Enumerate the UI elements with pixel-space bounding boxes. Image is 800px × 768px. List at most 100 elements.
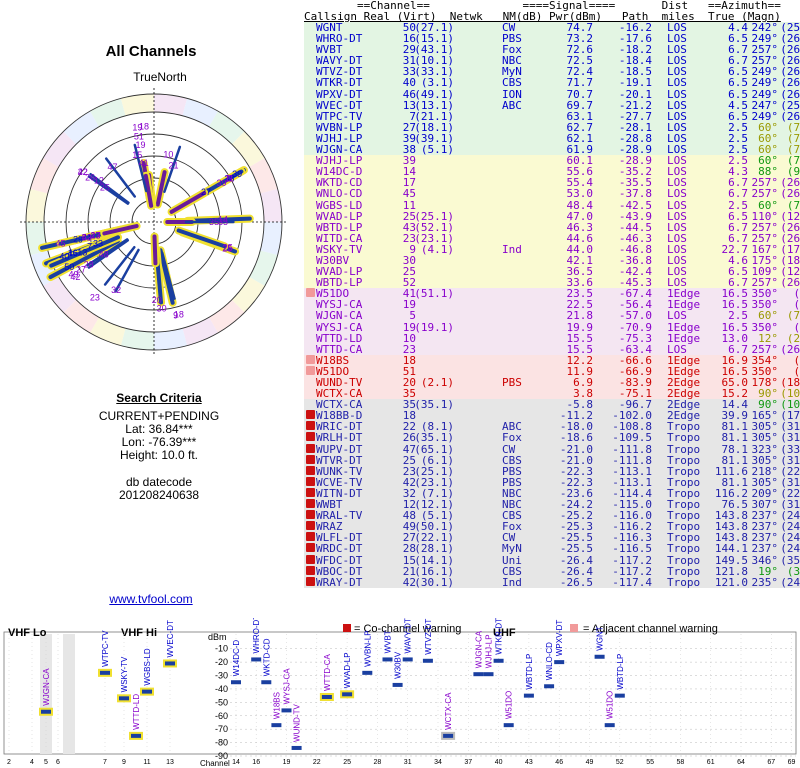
channel-tick: 6 [56,759,60,766]
cell-tru: 237° [751,542,779,556]
station-label: WSKY-TV [120,656,129,692]
table-row[interactable]: WGNT50(27.1)CW74.7-16.2LOS4.4242°(252°) [304,22,800,33]
channel-tick: 2 [7,759,11,766]
table-row[interactable]: WVEC-DT 13 (13.1) ABC 69.7 -21.2 LOS 4.5 247° (25… [304,100,800,111]
table-row[interactable]: WRLH-DT 26 (35.1) Fox -18.6 -109.5 Tropo 81.1 30… [304,431,800,445]
azimuth-channel-label: 35 [209,217,219,227]
dbm-tick: -40 [215,684,228,694]
table-row[interactable]: WVBT29(43.1)Fox72.6-18.2LOS6.7257°(268°) [304,44,800,55]
cell-cs: WRLH-DT [316,431,363,445]
table-row[interactable]: WVAD-LP25(25.1)47.0-43.9LOS6.5110°(120°) [304,210,800,222]
cell-net: MyN [502,542,522,556]
table-row[interactable]: WGBS-LD 11 48.4 -42.5 LOS 2.5 60° (70°) [304,198,800,212]
table-row[interactable]: WJHJ-LP3960.1-28.9LOS2.560°(70°) [304,155,800,166]
cell-real: 19 [402,320,416,334]
table-row[interactable]: WTVZ-DT 33 (33.1) MyN 72.4 -18.5 LOS 6.5 249° (26… [304,66,800,77]
cell-dist: 2.5 [728,198,748,212]
table-row[interactable]: WBTD-LP43(52.1)46.3-44.5LOS6.7257°(268°) [304,222,800,233]
table-row[interactable]: WYSJ-CA1922.5-56.41Edge16.5350°(0°) [304,299,800,310]
table-row[interactable]: WFDC-DT 15 (14.1) Uni -26.4 -117.2 Tropo 149.5 3… [304,553,800,567]
table-row[interactable]: WNLO-CD 45 53.0 -37.8 LOS 6.7257°(268°) [304,187,800,201]
station-label: WKTD-CD [262,638,271,676]
station-bar [402,657,413,662]
cell-mag: (70°) [786,309,800,323]
cell-virt: (2.1) [420,376,454,389]
cell-real: 15 [402,553,416,567]
tvfool-link[interactable]: www.tvfool.com [0,592,302,606]
cell-pwr: -37.8 [618,187,652,201]
cell-mag: (268°) [780,187,800,201]
channel-tick: 9 [122,759,126,766]
cell-net: PBS [502,376,522,389]
channel-tick: 5 [44,759,48,766]
channel-tick: 49 [586,759,594,766]
station-bar [281,708,292,713]
band-vhf-lo: VHF Lo [8,627,47,639]
azimuth-channel-label: 42 [78,167,88,177]
table-row[interactable]: WRDC-DT 28 (28.1) MyN -25.5 -116.5 Tropo 144.1 2… [304,542,800,556]
page-title: All Channels [105,43,197,60]
table-row[interactable]: WSKY-TV9(4.1)Ind44.0-46.8LOS22.7167°(178… [304,244,800,255]
cell-dist: 81.1 [721,431,749,445]
cell-mag: (0°) [793,320,800,334]
station-bar [321,694,332,699]
azimuth-channel-label: 30 [157,304,167,314]
channel-tick: 61 [707,759,715,766]
co-channel-warning-icon [306,543,315,553]
station-label: WYSJ-CA [283,668,292,705]
cell-mag: (333°) [780,442,800,456]
table-row[interactable]: WPXV-DT 46 (49.1) ION 70.7 -20.1 LOS 6.5 249° (26… [304,87,800,101]
cell-cs: WJGN-CA [316,309,363,323]
dbm-tick: -30 [215,671,228,681]
table-row[interactable]: W30BV3042.1-36.8LOS4.6175°(186°) [304,255,800,266]
cell-dist: 6.5 [728,87,748,101]
channel-tick: 46 [555,759,563,766]
station-bar [493,658,504,663]
table-row[interactable]: WJGN-CA 5 21.8 -57.0 LOS 2.5 60° (70°) [304,309,800,323]
channel-axis-label: Channel [200,759,230,768]
station-label: WBTD-LP [525,654,534,690]
table-row[interactable]: WTKR-DT 40 (3.1) CBS 71.7 -19.1 LOS 6.5249°(260… [304,76,800,90]
table-row[interactable]: WYSJ-CA 19(19.1) 19.9 -70.9 1Edge 16.5350° (0°… [304,320,800,334]
cell-nm: 71.7 [566,76,594,90]
station-bar [523,693,534,698]
station-label: WTTD-LD [132,694,141,730]
adjacent-channel-warning-icon [306,288,315,298]
dbm-axis-label: dBm [208,632,227,642]
cell-real: 45 [402,187,416,201]
channel-tick: 40 [495,759,503,766]
table-row[interactable]: WJGN-CA38(5.1)61.9-28.9LOS2.560°(70°) [304,144,800,155]
adjacent-channel-warning-icon [570,624,578,632]
table-row[interactable]: WRAY-DT 42 (30.1) Ind -26.5 -117.4 Tropo 121.0 2… [304,577,800,588]
table-row[interactable]: WJHJ-LP39(39.1)62.1-28.8LOS2.560°(70°) [304,133,800,144]
table-row[interactable]: WHRO-DT 16 (15.1) PBS 73.2 -17.6 LOS 6.5 249° (26… [304,33,800,44]
table-row[interactable]: WAVY-DT 31 (10.1) NBC 72.5 -18.4 LOS 6.7 257° (26… [304,55,800,66]
dbm-tick: -70 [215,724,228,734]
db-value: 201208240638 [118,488,200,502]
cell-real: 26 [402,431,416,445]
table-row[interactable]: WUPV-DT 47 (65.1) CW -21.0 -111.8 Tropo 78.1 323… [304,442,800,456]
table-row[interactable]: W14DC-D1455.6-35.2LOS4.388°(98°) [304,166,800,177]
cell-virt: (65.1) [414,442,454,456]
cell-cs: WUPV-DT [316,442,363,456]
cell-path: Tropo [667,431,701,445]
cell-virt: (35.1) [414,398,454,412]
cell-nm: 19.9 [566,320,594,334]
cell-pwr: -117.2 [612,553,652,567]
dbm-tick: -10 [215,644,228,654]
table-row[interactable]: WVAD-LP2536.5-42.4LOS6.5109°(120°) [304,266,800,277]
table-row[interactable]: WTPC-TV7(21.1)63.1-27.7LOS6.5249°(260°) [304,111,800,122]
cell-mag: (70°) [786,198,800,212]
table-row[interactable]: WTTD-LD1015.5-75.31Edge13.012°(23°) [304,333,800,344]
cell-net: ION [502,87,522,101]
cell-cs: WPXV-DT [316,87,363,101]
cell-path: Tropo [667,575,701,589]
cell-virt: (30.1) [414,575,454,589]
cell-virt: (4.1) [420,242,454,256]
co-channel-warning-icon [343,624,351,632]
table-row[interactable]: WKTD-CD1755.4-35.5LOS6.7257°(268°) [304,177,800,188]
azimuth-channel-label: 45 [55,239,65,249]
station-label: WTPC-TV [101,630,110,667]
cell-virt: (3.1) [420,76,454,90]
table-row[interactable]: WVBN-LP27(18.1)62.7-28.1LOS2.560°(70°) [304,122,800,133]
